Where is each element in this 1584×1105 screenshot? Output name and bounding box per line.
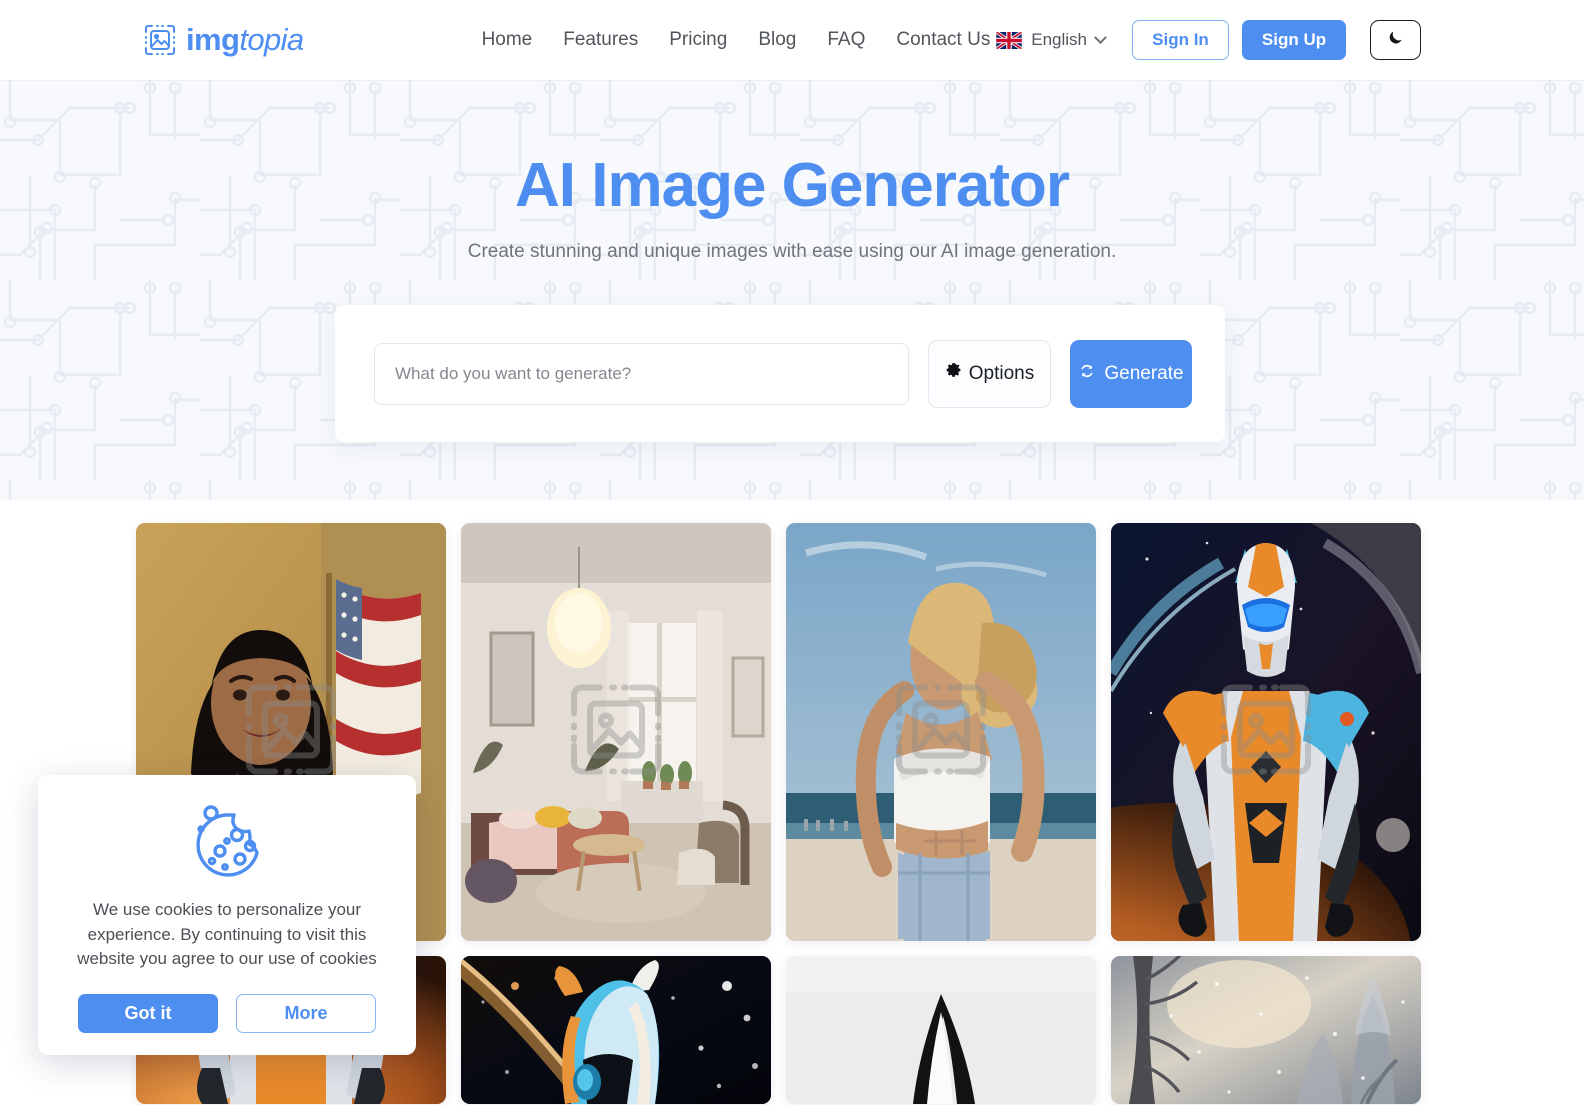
nav-pricing[interactable]: Pricing xyxy=(669,29,727,51)
gallery-image-3 xyxy=(786,523,1096,941)
generate-button[interactable]: Generate xyxy=(1070,339,1192,408)
prompt-input[interactable] xyxy=(374,342,909,405)
uk-flag-icon xyxy=(996,31,1023,49)
cookie-message: We use cookies to personalize your exper… xyxy=(77,900,377,969)
theme-toggle-button[interactable] xyxy=(1370,20,1421,60)
gallery-image-2 xyxy=(461,523,771,941)
hero-copy: AI Image Generator Create stunning and u… xyxy=(0,155,1584,263)
sign-in-button[interactable]: Sign In xyxy=(1132,20,1229,60)
gallery-tile-7[interactable] xyxy=(786,956,1096,1104)
sync-refresh-icon xyxy=(1078,362,1096,386)
nav-features[interactable]: Features xyxy=(563,29,638,51)
gallery-tile-8[interactable] xyxy=(1111,956,1421,1104)
moon-icon xyxy=(1387,29,1404,51)
generator-panel: Options Generate xyxy=(335,305,1225,442)
brand-name-bold: img xyxy=(186,22,240,57)
page-root: imgtopia Home Features Pricing Blog FAQ … xyxy=(0,0,1584,1105)
brand-name-light: topia xyxy=(239,22,304,57)
primary-navigation: Home Features Pricing Blog FAQ Contact U… xyxy=(482,29,991,51)
gallery-tile-3[interactable] xyxy=(786,523,1096,941)
brand-logo[interactable]: imgtopia xyxy=(143,22,304,58)
gallery-image-6 xyxy=(461,956,771,1104)
nav-home[interactable]: Home xyxy=(482,29,533,51)
gallery-tile-2[interactable] xyxy=(461,523,771,941)
gallery-image-4 xyxy=(1111,523,1421,941)
site-header: imgtopia Home Features Pricing Blog FAQ … xyxy=(0,0,1584,80)
gallery-image-7 xyxy=(786,956,1096,1104)
brand-wordmark: imgtopia xyxy=(186,22,304,58)
cookie-icon xyxy=(187,801,267,886)
sign-up-button[interactable]: Sign Up xyxy=(1242,20,1346,60)
header-actions: English Sign In Sign Up xyxy=(996,20,1421,60)
nav-blog[interactable]: Blog xyxy=(758,29,796,51)
generate-label: Generate xyxy=(1104,362,1184,384)
image-frame-icon xyxy=(143,23,177,57)
gallery-tile-4[interactable] xyxy=(1111,523,1421,941)
cookie-accept-button[interactable]: Got it xyxy=(78,993,218,1033)
options-button[interactable]: Options xyxy=(928,339,1051,408)
gallery-image-8 xyxy=(1111,956,1421,1104)
options-label: Options xyxy=(968,362,1035,384)
nav-contact-us[interactable]: Contact Us xyxy=(896,29,990,51)
gallery-tile-6[interactable] xyxy=(461,956,771,1104)
chevron-down-icon xyxy=(1094,30,1107,44)
gear-icon xyxy=(945,362,962,385)
language-label: English xyxy=(1031,30,1087,49)
nav-faq[interactable]: FAQ xyxy=(827,29,865,51)
page-title: AI Image Generator xyxy=(515,151,1070,220)
cookie-actions: Got it More xyxy=(78,993,376,1033)
hero-subtitle: Create stunning and unique images with e… xyxy=(467,241,1117,262)
language-selector[interactable]: English xyxy=(996,30,1107,50)
cookie-more-button[interactable]: More xyxy=(236,993,376,1033)
cookie-consent-dialog: We use cookies to personalize your exper… xyxy=(38,775,416,1055)
